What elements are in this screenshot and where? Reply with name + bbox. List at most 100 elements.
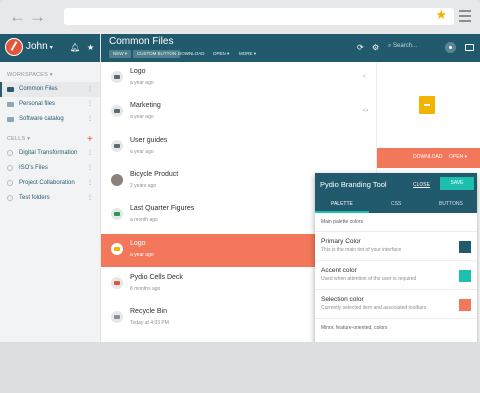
file-meta: a year ago <box>130 148 154 155</box>
archive-preview-icon <box>419 96 435 114</box>
tab-css[interactable]: CSS <box>391 201 401 207</box>
color-setting: Primary Color This is the main tint of yo… <box>315 231 477 260</box>
more-vert-icon[interactable]: ⋮ <box>87 82 93 97</box>
cell-icon <box>7 180 13 186</box>
browser-frame: ← → ★ John ▾ 🔔︎ ★ WORKSPACES ▾ Common Fil… <box>0 0 480 342</box>
display-mode-icon[interactable] <box>465 44 474 51</box>
pdf-icon <box>111 276 123 289</box>
folder-icon <box>111 139 123 152</box>
branding-header: Pydio Branding Tool CLOSE SAVE <box>315 173 477 195</box>
more-vert-icon[interactable]: ⋮ <box>87 161 93 176</box>
cell-label: ISO's Files <box>19 165 48 171</box>
color-swatch[interactable] <box>459 270 471 282</box>
sidebar-cell-item[interactable]: Project Collaboration ⋮ <box>0 176 100 191</box>
preview-open-button[interactable]: OPEN ▾ <box>449 154 467 160</box>
address-bar[interactable]: ★ <box>64 7 454 25</box>
more-vert-icon[interactable]: ⋮ <box>87 146 93 161</box>
bell-icon[interactable]: 🔔︎ <box>70 43 80 52</box>
tab-buttons[interactable]: BUTTONS <box>439 201 463 207</box>
workspaces-label: WORKSPACES ▾ <box>7 72 53 78</box>
more-vert-icon[interactable]: ⋮ <box>87 97 93 112</box>
main-toolbar: Common Files NEW ▾ CUSTOM BUTTON DOWNLOA… <box>101 34 480 62</box>
search-input[interactable]: ⌕ Search... <box>388 43 440 50</box>
back-arrow-icon[interactable]: ← <box>9 7 26 27</box>
folder-icon <box>7 117 14 122</box>
file-name: User guides <box>130 136 168 144</box>
sidebar-workspace-item[interactable]: Personal files ⋮ <box>0 97 100 112</box>
cells-label: CELLS ▾ + <box>7 134 93 145</box>
cell-label: Test folders <box>19 195 50 201</box>
cell-icon <box>7 150 13 156</box>
branding-tabs: PALETTE CSS BUTTONS <box>315 195 477 213</box>
browser-menu-icon[interactable] <box>459 10 471 25</box>
spreadsheet-icon <box>111 208 123 221</box>
sidebar-cell-item[interactable]: Test folders ⋮ <box>0 191 100 206</box>
cell-label: Project Collaboration <box>19 180 75 186</box>
workspace-label: Software catalog <box>19 116 64 122</box>
minor-palette-label: Minor, feature-oriented, colors <box>315 318 477 337</box>
file-row[interactable]: Logo a year ago < <box>101 62 376 95</box>
sidebar-cell-item[interactable]: ISO's Files ⋮ <box>0 161 100 176</box>
sidebar-cell-item[interactable]: Digital Transformation ⋮ <box>0 146 100 161</box>
refresh-icon[interactable]: ⟳ <box>357 43 364 52</box>
file-meta: a month ago <box>130 217 158 224</box>
file-name: Recycle Bin <box>130 308 167 316</box>
preview-actions: DOWNLOAD OPEN ▾ <box>377 148 480 168</box>
more-vert-icon[interactable]: ⋮ <box>87 191 93 206</box>
cell-icon <box>7 165 13 171</box>
branding-title: Pydio Branding Tool <box>320 180 387 189</box>
tab-palette[interactable]: PALETTE <box>331 201 353 207</box>
color-setting: Accent color Used when attention of the u… <box>315 260 477 289</box>
main-palette-label: Main palette colors <box>321 219 363 225</box>
file-name: Marketing <box>130 102 161 110</box>
sidebar-workspace-item[interactable]: Software catalog ⋮ <box>0 112 100 127</box>
color-description: Currently selected item and associated t… <box>321 305 427 311</box>
color-title: Selection color <box>321 296 364 303</box>
file-row[interactable]: User guides a year ago <box>101 131 376 164</box>
color-description: This is the main tint of your interface <box>321 247 402 253</box>
cell-icon <box>7 195 13 201</box>
folder-icon <box>7 87 14 92</box>
more-vert-icon[interactable]: ⋮ <box>87 112 93 127</box>
active-tab-indicator <box>315 211 369 213</box>
info-toggle-icon[interactable] <box>445 42 456 53</box>
folder-icon <box>7 102 14 107</box>
color-title: Accent color <box>321 267 357 274</box>
bookmark-star-icon[interactable]: ★ <box>435 7 447 23</box>
user-menu[interactable]: John ▾ <box>26 41 53 52</box>
add-cell-icon[interactable]: + <box>87 134 93 145</box>
custom-button[interactable]: CUSTOM BUTTON <box>133 50 181 58</box>
sidebar-workspace-item[interactable]: Common Files ⋮ <box>0 82 100 97</box>
color-swatch[interactable] <box>459 241 471 253</box>
avatar[interactable] <box>5 38 23 56</box>
share-icon[interactable]: < <box>362 74 366 80</box>
workspace-label: Common Files <box>19 86 58 92</box>
more-vert-icon[interactable]: ⋮ <box>87 176 93 191</box>
file-row[interactable]: Marketing a year ago < ▪ <box>101 96 376 129</box>
cell-label: Digital Transformation <box>19 150 78 156</box>
forward-arrow-icon[interactable]: → <box>29 7 46 27</box>
preview-download-button[interactable]: DOWNLOAD <box>413 154 442 160</box>
file-meta: Today at 4:03 PM <box>130 320 169 327</box>
folder-icon <box>111 105 123 118</box>
open-button[interactable]: OPEN ▾ <box>213 50 229 58</box>
user-header: John ▾ 🔔︎ ★ <box>0 34 100 62</box>
download-button[interactable]: DOWNLOAD <box>178 50 205 58</box>
more-button[interactable]: MORE ▾ <box>239 50 256 58</box>
branding-panel: Pydio Branding Tool CLOSE SAVE PALETTE C… <box>315 173 477 342</box>
color-swatch[interactable] <box>459 299 471 311</box>
file-meta: 8 months ago <box>130 285 161 292</box>
color-title: Primary Color <box>321 238 361 245</box>
folder-title: Common Files <box>109 36 174 47</box>
save-button[interactable]: SAVE <box>440 177 474 190</box>
close-button[interactable]: CLOSE <box>413 182 430 188</box>
pydio-app: John ▾ 🔔︎ ★ WORKSPACES ▾ Common Files ⋮ Per… <box>0 34 480 342</box>
lock-icon: ▪ <box>365 108 368 115</box>
bookmarks-star-icon[interactable]: ★ <box>87 43 94 52</box>
file-name: Logo <box>130 239 146 247</box>
sidebar: John ▾ 🔔︎ ★ WORKSPACES ▾ Common Files ⋮ Per… <box>0 34 101 342</box>
browser-toolbar: ← → ★ <box>0 0 480 34</box>
new-button[interactable]: NEW ▾ <box>109 50 132 58</box>
gear-icon[interactable]: ⚙ <box>372 43 379 52</box>
image-icon <box>111 173 123 186</box>
